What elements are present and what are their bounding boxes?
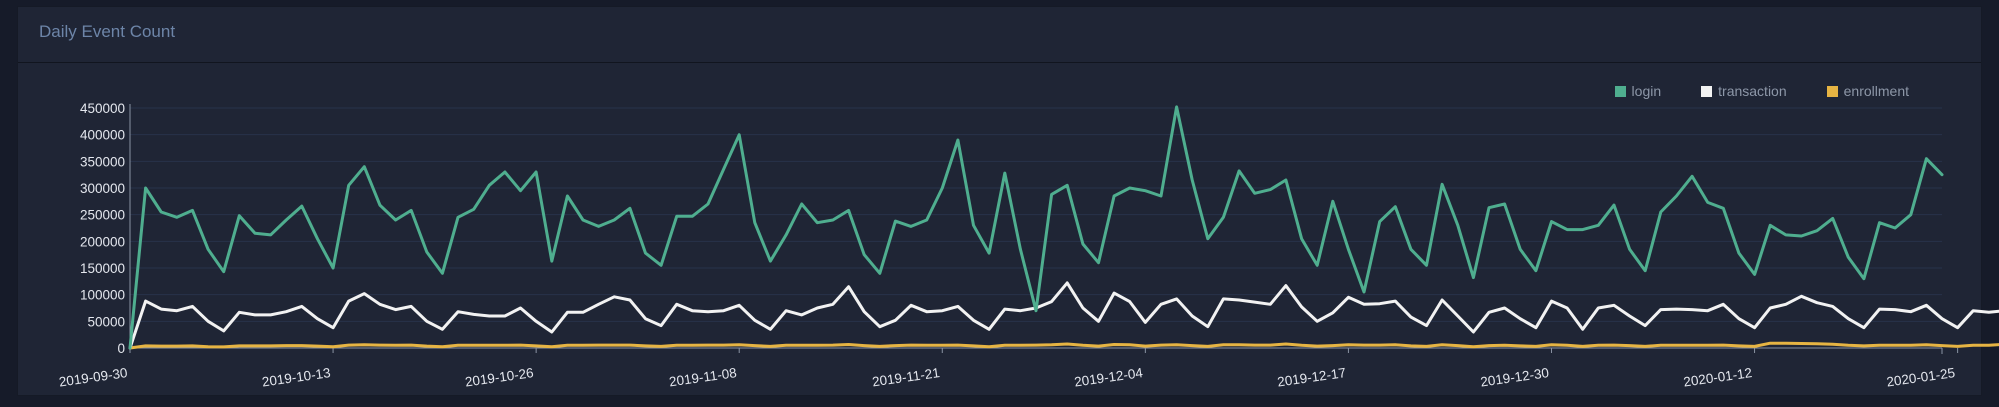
x-tick-label: 2019-12-30 (1479, 365, 1549, 389)
x-tick-label: 2019-11-21 (871, 365, 940, 389)
y-tick-label: 200000 (80, 234, 125, 249)
x-tick-label: 2020-01-12 (1682, 365, 1752, 389)
y-tick-label: 450000 (80, 101, 125, 116)
x-tick-label: 2019-10-26 (464, 365, 534, 389)
y-tick-label: 350000 (80, 154, 125, 169)
y-tick-label: 50000 (87, 314, 125, 329)
x-tick-label: 2019-10-13 (261, 365, 331, 389)
series-line-transaction (128, 281, 1999, 350)
series-line-login (128, 105, 1944, 350)
y-tick-label: 150000 (80, 261, 125, 276)
x-tick-label: 2019-09-30 (58, 365, 128, 389)
y-tick-label: 100000 (80, 288, 125, 303)
x-tick-label: 2019-12-04 (1073, 365, 1144, 390)
x-tick-label: 2019-12-17 (1276, 365, 1346, 389)
line-chart: 0 50000 100000 150000 200000 250000 300000 3500… (58, 101, 1999, 390)
series-line-enrollment (128, 341, 1999, 350)
x-tick-label: 2019-11-08 (668, 365, 737, 389)
y-tick-label: 300000 (80, 181, 125, 196)
y-tick-label: 250000 (80, 208, 125, 223)
y-tick-label: 400000 (80, 128, 125, 143)
y-tick-label: 0 (117, 341, 125, 356)
x-tick-label: 2020-01-25 (1886, 365, 1956, 389)
